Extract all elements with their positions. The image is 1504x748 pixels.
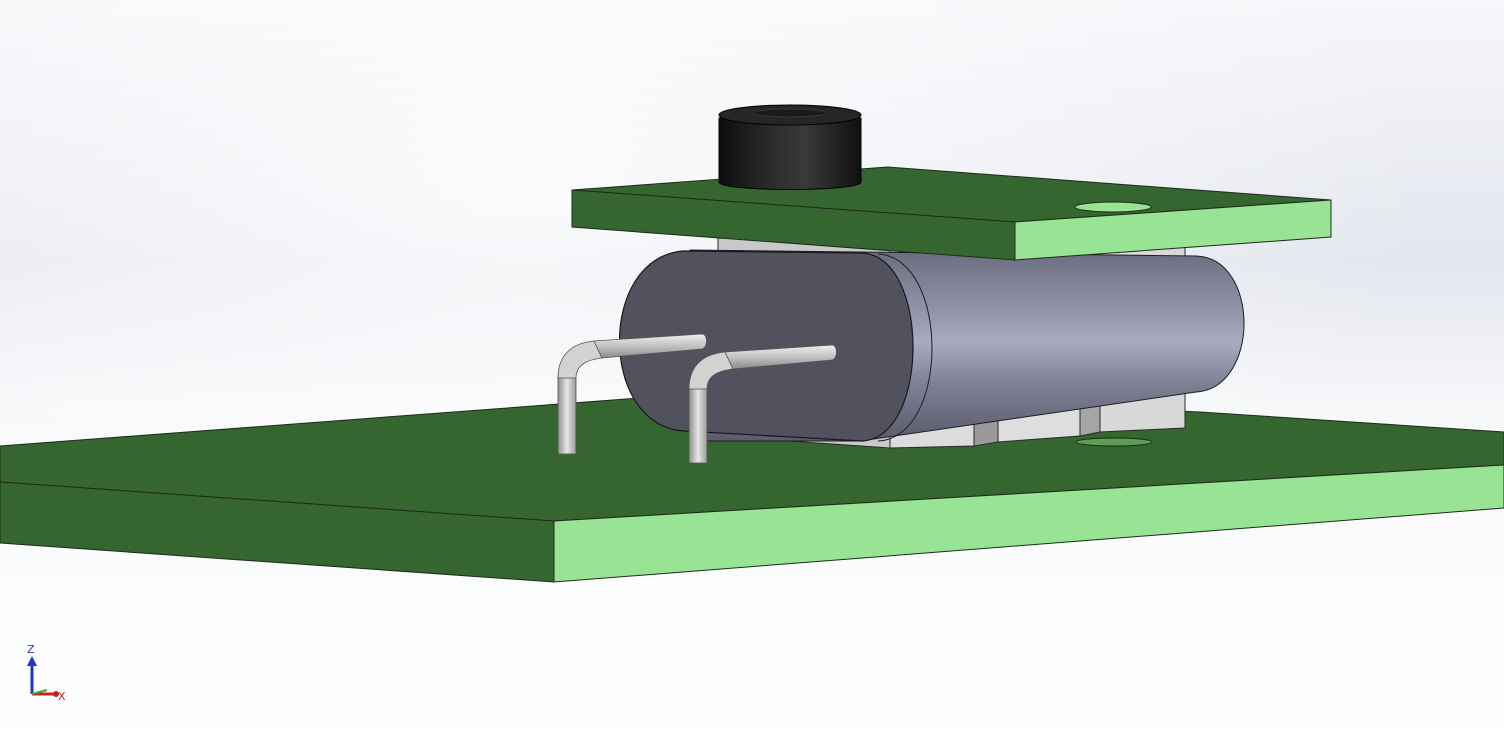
triad-z-label: Z xyxy=(27,643,35,656)
pin-left-vertical xyxy=(557,375,577,455)
push-button-body xyxy=(718,117,862,190)
pin-right-vertical xyxy=(688,386,708,464)
cad-viewport[interactable]: Z X xyxy=(0,0,1504,748)
base-pcb-hole xyxy=(1075,437,1153,447)
push-button[interactable] xyxy=(718,104,862,190)
triad-x-label: X xyxy=(58,690,66,703)
push-button-top-inner xyxy=(753,108,827,118)
top-pcb-hole xyxy=(1074,201,1152,213)
